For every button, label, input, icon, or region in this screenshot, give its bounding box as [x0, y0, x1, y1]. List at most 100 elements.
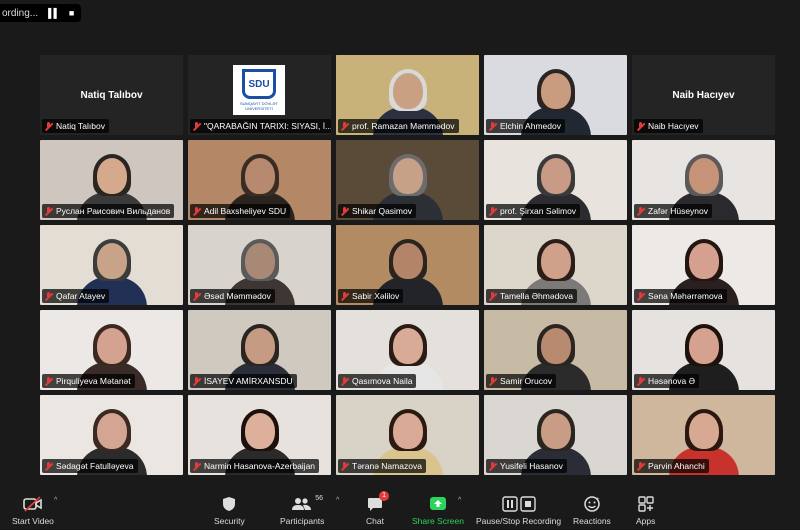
participant-tile[interactable]: Sabir Xəlilov: [336, 225, 479, 305]
participant-tile[interactable]: Parvin Ahanchi: [632, 395, 775, 475]
participant-name: Təranə Namazova: [352, 461, 422, 471]
participant-tile[interactable]: Yusifeli Hasanov: [484, 395, 627, 475]
participant-name-label: prof. Şirxan Səlimov: [486, 204, 581, 218]
participant-tile[interactable]: Shikar Qasimov: [336, 140, 479, 220]
participant-tile[interactable]: prof. Ramazan Məmmədov: [336, 55, 479, 135]
participant-name: Elchin Ahmedov: [500, 121, 561, 131]
participant-tile[interactable]: Tamella Əhmədova: [484, 225, 627, 305]
participant-tile[interactable]: İSAYEV AMİRXANSDU: [188, 310, 331, 390]
mic-muted-icon: [44, 291, 53, 301]
participant-name-label: Naib Hacıyev: [634, 119, 703, 133]
participant-name: Yusifeli Hasanov: [500, 461, 563, 471]
participant-name-label: Həsənova Ə: [634, 374, 700, 388]
logo-mark: SDU: [242, 69, 276, 99]
participants-count: 56: [315, 495, 323, 502]
mic-muted-icon: [488, 376, 497, 386]
participant-name: Qafar Atayev: [56, 291, 106, 301]
mic-muted-icon: [192, 461, 201, 471]
svg-text:+: +: [596, 497, 600, 503]
mic-muted-icon: [44, 121, 53, 131]
mic-muted-icon: [636, 461, 645, 471]
participant-name-label: Tamella Əhmədova: [486, 289, 578, 303]
participant-tile[interactable]: Əsəd Məmmədov: [188, 225, 331, 305]
participant-name: İSAYEV AMİRXANSDU: [204, 376, 293, 386]
participant-name: prof. Şirxan Səlimov: [500, 206, 577, 216]
participant-tile[interactable]: Pirquliyeva Mətanət: [40, 310, 183, 390]
participant-name: Zafər Hüseynov: [648, 206, 708, 216]
mic-muted-icon: [44, 376, 53, 386]
participant-tile[interactable]: Adil Baxsheliyev SDU: [188, 140, 331, 220]
participant-tile[interactable]: Qasımova Naila: [336, 310, 479, 390]
recording-status-text: ording...: [2, 7, 39, 19]
participant-name: Руслан Раисович Вильданов: [56, 206, 171, 216]
security-button[interactable]: Security: [214, 495, 245, 526]
share-options-caret[interactable]: ^: [458, 497, 461, 504]
participant-name: Sədagət Fatulləyeva: [56, 461, 134, 471]
stop-icon[interactable]: ■: [69, 8, 75, 18]
logo-text: SUMQAYIT DÖVLƏT UNİVERSİTETİ: [240, 101, 278, 111]
participant-name-label: Sədagət Fatulləyeva: [42, 459, 138, 473]
share-screen-button[interactable]: Share Screen: [412, 495, 464, 526]
participant-tile[interactable]: prof. Şirxan Səlimov: [484, 140, 627, 220]
pause-icon[interactable]: ▌▌: [48, 8, 60, 18]
participant-name-label: Yusifeli Hasanov: [486, 459, 567, 473]
participant-name: Qasımova Naila: [352, 376, 413, 386]
participant-name-label: Sabir Xəlilov: [338, 289, 404, 303]
chat-button[interactable]: 1 Chat: [366, 491, 389, 526]
participant-name: Səna Məhərrəmova: [648, 291, 723, 301]
participant-tile[interactable]: Təranə Namazova: [336, 395, 479, 475]
participant-tile[interactable]: Elchin Ahmedov: [484, 55, 627, 135]
participant-name: Naib Hacıyev: [648, 121, 699, 131]
video-options-caret[interactable]: ^: [54, 497, 57, 504]
participant-name-label: "QARABAĞIN TARIXI: SIYASI, İ...: [190, 119, 331, 133]
participant-tile[interactable]: Natiq Talıbov Natiq Talıbov: [40, 55, 183, 135]
participant-tile[interactable]: Həsənova Ə: [632, 310, 775, 390]
participant-name-label: Elchin Ahmedov: [486, 119, 565, 133]
mic-muted-icon: [340, 121, 349, 131]
participant-tile[interactable]: Руслан Раисович Вильданов: [40, 140, 183, 220]
participant-tile[interactable]: Sədagət Fatulləyeva: [40, 395, 183, 475]
participant-name-label: İSAYEV AMİRXANSDU: [190, 374, 297, 388]
participant-name: Shikar Qasimov: [352, 206, 412, 216]
mic-muted-icon: [636, 206, 645, 216]
reactions-button[interactable]: + Reactions: [573, 495, 611, 526]
participant-name: Əsəd Məmmədov: [204, 291, 271, 301]
mic-muted-icon: [340, 461, 349, 471]
participant-name-label: Narmin Hasanova-Azerbaijan: [190, 459, 320, 473]
pause-stop-recording-button[interactable]: Pause/Stop Recording: [476, 495, 561, 526]
chat-icon: 1: [367, 491, 389, 513]
mic-muted-icon: [192, 376, 201, 386]
participant-name: Narmin Hasanova-Azerbaijan: [204, 461, 316, 471]
mic-muted-icon: [192, 291, 201, 301]
participant-name: Sabir Xəlilov: [352, 291, 400, 301]
participant-name: Samir Orucov: [500, 376, 552, 386]
participants-button[interactable]: 56 Participants: [280, 495, 324, 526]
participant-tile[interactable]: SDU SUMQAYIT DÖVLƏT UNİVERSİTETİ "QARABAĞIN…: [188, 55, 331, 135]
participants-options-caret[interactable]: ^: [336, 497, 339, 504]
shield-icon: [222, 495, 236, 513]
apps-button[interactable]: Apps: [636, 495, 655, 526]
participant-name-label: Adil Baxsheliyev SDU: [190, 204, 291, 218]
start-video-button[interactable]: Start Video: [12, 495, 54, 526]
mic-muted-icon: [192, 206, 201, 216]
participant-tile[interactable]: Naib Hacıyev Naib Hacıyev: [632, 55, 775, 135]
participant-name-label: Səna Məhərrəmova: [634, 289, 727, 303]
security-label: Security: [214, 516, 245, 526]
recording-bar: ording... ▌▌ ■: [0, 0, 800, 28]
mic-muted-icon: [488, 461, 497, 471]
participant-tile[interactable]: Narmin Hasanova-Azerbaijan: [188, 395, 331, 475]
apps-label: Apps: [636, 516, 656, 526]
participants-label: Participants: [280, 516, 325, 526]
start-video-label: Start Video: [12, 516, 54, 526]
chat-unread-badge: 1: [379, 491, 389, 501]
participant-tile[interactable]: Zafər Hüseynov: [632, 140, 775, 220]
apps-icon: [637, 495, 654, 513]
recording-indicator: ording... ▌▌ ■: [0, 4, 82, 22]
participant-display-name: Natiq Talıbov: [80, 89, 143, 101]
participant-name-label: Qasımova Naila: [338, 374, 417, 388]
participant-tile[interactable]: Samir Orucov: [484, 310, 627, 390]
participant-tile[interactable]: Qafar Atayev: [40, 225, 183, 305]
mic-muted-icon: [636, 376, 645, 386]
mic-muted-icon: [44, 206, 53, 216]
participant-tile[interactable]: Səna Məhərrəmova: [632, 225, 775, 305]
